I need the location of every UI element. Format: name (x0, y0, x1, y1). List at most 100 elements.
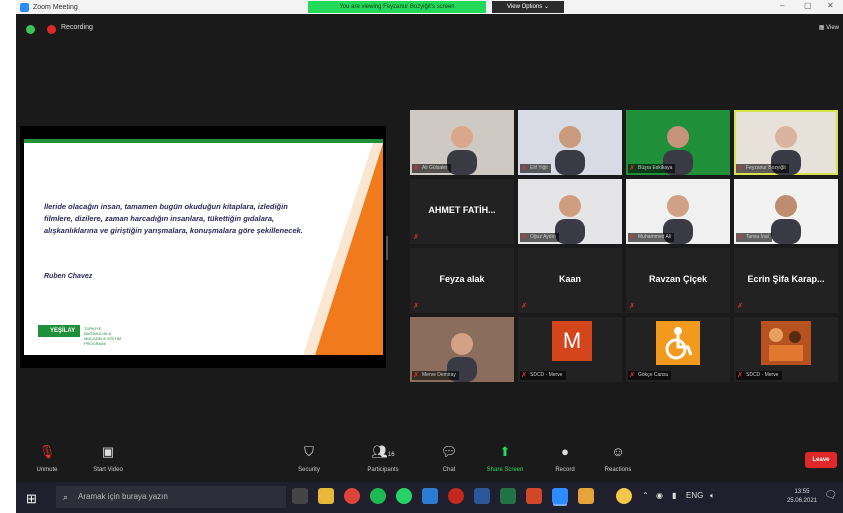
security-label: Security (298, 467, 320, 473)
participant-tile[interactable]: Gökçe Cansu ✗ (626, 317, 730, 382)
notification-icon[interactable]: 🗨︎ (824, 490, 837, 501)
clock-time: 13:55 (794, 489, 810, 495)
yesilay-logo: YEŞİLAY (38, 325, 80, 337)
participant-artwork (761, 321, 811, 370)
microphone-muted-icon: 🎙︎ (38, 444, 56, 459)
battery-icon[interactable]: ▮ (672, 491, 676, 500)
participant-name: Kaan (558, 274, 581, 284)
chat-button[interactable]: 💬︎ Chat (436, 444, 462, 473)
chrome-icon[interactable] (344, 488, 360, 504)
network-icon[interactable]: ◉ (656, 491, 663, 500)
presentation-slide: İleride olacağın insan, tamamen bugün ok… (24, 139, 383, 355)
unmute-label: Unmute (36, 467, 58, 473)
record-icon: ● (561, 444, 569, 459)
participant-tile[interactable]: M SDCD - Merve ✗ (518, 317, 622, 382)
security-shield-icon: ⛉ (304, 444, 314, 459)
excel-icon[interactable] (500, 488, 516, 504)
participant-avatar: M (552, 321, 592, 361)
chat-label: Chat (442, 467, 456, 473)
taskbar-clock[interactable]: 13:55 25.06.2021 (787, 488, 817, 506)
wheelchair-avatar-icon (656, 321, 700, 370)
word-icon[interactable] (474, 488, 490, 504)
participant-tile[interactable]: Elif Yiğit ✗ (518, 110, 622, 175)
window-title: Zoom Meeting (33, 3, 78, 11)
split-divider-handle[interactable] (386, 236, 388, 260)
reactions-button[interactable]: ☺ Reactions (600, 444, 636, 473)
muted-mic-icon: ✗ (737, 234, 743, 241)
participant-tile[interactable]: Büşra Eskikaya ✗ (626, 110, 730, 175)
gallery-view: Ali Gülsaler ✗ Elif Yiğit ✗ Büşra Eskikaya ✗ F… (410, 110, 840, 382)
security-button[interactable]: ⛉ Security (294, 444, 324, 473)
slide-quote: İleride olacağın insan, tamamen bugün ok… (44, 202, 303, 235)
app-icon[interactable] (578, 488, 594, 504)
view-button[interactable]: ▦ View (819, 24, 839, 31)
title-bar: Zoom Meeting You are viewing Feyzanur Bo… (16, 0, 843, 14)
participants-button[interactable]: 👥︎16 Participants (360, 444, 406, 473)
participant-tile[interactable]: Ravzan Çiçek ✗ (626, 248, 730, 313)
opera-icon[interactable] (448, 488, 464, 504)
meeting-top-row: Recording ▦ View (16, 20, 843, 38)
participant-tile[interactable]: Feyzanur Bozyiğit ✗ (734, 110, 838, 175)
view-options-button[interactable]: View Options ⌄ (492, 1, 564, 13)
close-button[interactable]: ✕ (827, 1, 834, 10)
slide-author: Ruben Chavez (44, 273, 93, 280)
encryption-shield-icon[interactable] (26, 25, 35, 34)
orange-decoration (303, 143, 383, 355)
recording-icon (47, 25, 56, 34)
taskbar-search-box[interactable]: ⌕ Aramak için buraya yazın (56, 486, 286, 508)
view-label: View (826, 25, 839, 31)
participant-tile[interactable]: AHMET FATİH... ✗ (410, 179, 514, 244)
zoom-app-icon (20, 2, 29, 12)
share-screen-button[interactable]: ⬆ Share Screen (482, 444, 528, 473)
participant-name: AHMET FATİH... (428, 205, 496, 215)
participant-tile[interactable]: Muhammed Ali ✗ (626, 179, 730, 244)
clock-date: 25.06.2021 (786, 498, 817, 504)
outlook-icon[interactable] (422, 488, 438, 504)
participant-tile[interactable]: Kaan ✗ (518, 248, 622, 313)
share-screen-icon: ⬆ (499, 444, 511, 459)
chat-icon: 💬︎ (440, 444, 458, 459)
user-avatar-icon[interactable] (616, 488, 632, 504)
viewing-screen-banner: You are viewing Feyzanur Bozyiğit's scre… (308, 1, 486, 13)
reactions-label: Reactions (604, 467, 632, 473)
video-off-icon: ▣ (101, 444, 115, 459)
muted-mic-icon: ✗ (413, 303, 419, 310)
shared-screen: İleride olacağın insan, tamamen bugün ok… (20, 126, 386, 368)
zoom-taskbar-icon[interactable] (552, 488, 568, 504)
spotify-icon[interactable] (370, 488, 386, 504)
start-video-button[interactable]: ▣ Start Video (88, 444, 128, 473)
tray-chevron-icon[interactable]: ⌃ (642, 491, 649, 500)
participant-tile[interactable]: Ecrin Şifa Karap... ✗ (734, 248, 838, 313)
participant-tile[interactable]: Ali Gülsaler ✗ (410, 110, 514, 175)
muted-mic-icon: ✗ (413, 165, 419, 172)
powerpoint-icon[interactable] (526, 488, 542, 504)
participant-tile[interactable]: Oğuz Aydın ✗ (518, 179, 622, 244)
unmute-button[interactable]: 🎙︎ Unmute (30, 444, 64, 473)
participant-name: Ecrin Şifa Karap... (747, 274, 825, 284)
windows-taskbar: ⊞ ⌕ Aramak için buraya yazın ⌃ ◉ ▮ ENG 🔈… (16, 482, 843, 513)
participant-tile[interactable]: Tansu İnal ✗ (734, 179, 838, 244)
record-button[interactable]: ● Record (550, 444, 580, 473)
participant-tile[interactable]: Merve Demiray ✗ (410, 317, 514, 382)
participant-tile[interactable]: Feyza alak ✗ (410, 248, 514, 313)
language-indicator[interactable]: ENG (686, 491, 703, 500)
participant-tile[interactable]: SDCD - Merve ✗ (734, 317, 838, 382)
windows-start-icon[interactable]: ⊞ (26, 491, 37, 507)
record-label: Record (555, 467, 575, 473)
search-icon: ⌕ (63, 492, 69, 502)
zoom-window: Zoom Meeting You are viewing Feyzanur Bo… (16, 0, 843, 513)
meeting-controls: 🎙︎ Unmute ▣ Start Video ⛉ Security 👥︎16 … (16, 440, 843, 480)
task-view-icon[interactable] (292, 488, 308, 504)
muted-mic-icon: ✗ (413, 234, 419, 241)
minimize-button[interactable]: – (780, 1, 784, 10)
leave-button[interactable]: Leave (805, 452, 837, 468)
volume-icon[interactable]: 🔈︎ (710, 491, 715, 501)
muted-mic-icon: ✗ (629, 165, 635, 172)
muted-mic-icon: ✗ (521, 372, 527, 379)
file-explorer-icon[interactable] (318, 488, 334, 504)
participant-video (769, 189, 803, 244)
muted-mic-icon: ✗ (737, 303, 743, 310)
whatsapp-icon[interactable] (396, 488, 412, 504)
participants-count: 16 (387, 452, 395, 458)
maximize-button[interactable]: ▢ (804, 1, 812, 10)
